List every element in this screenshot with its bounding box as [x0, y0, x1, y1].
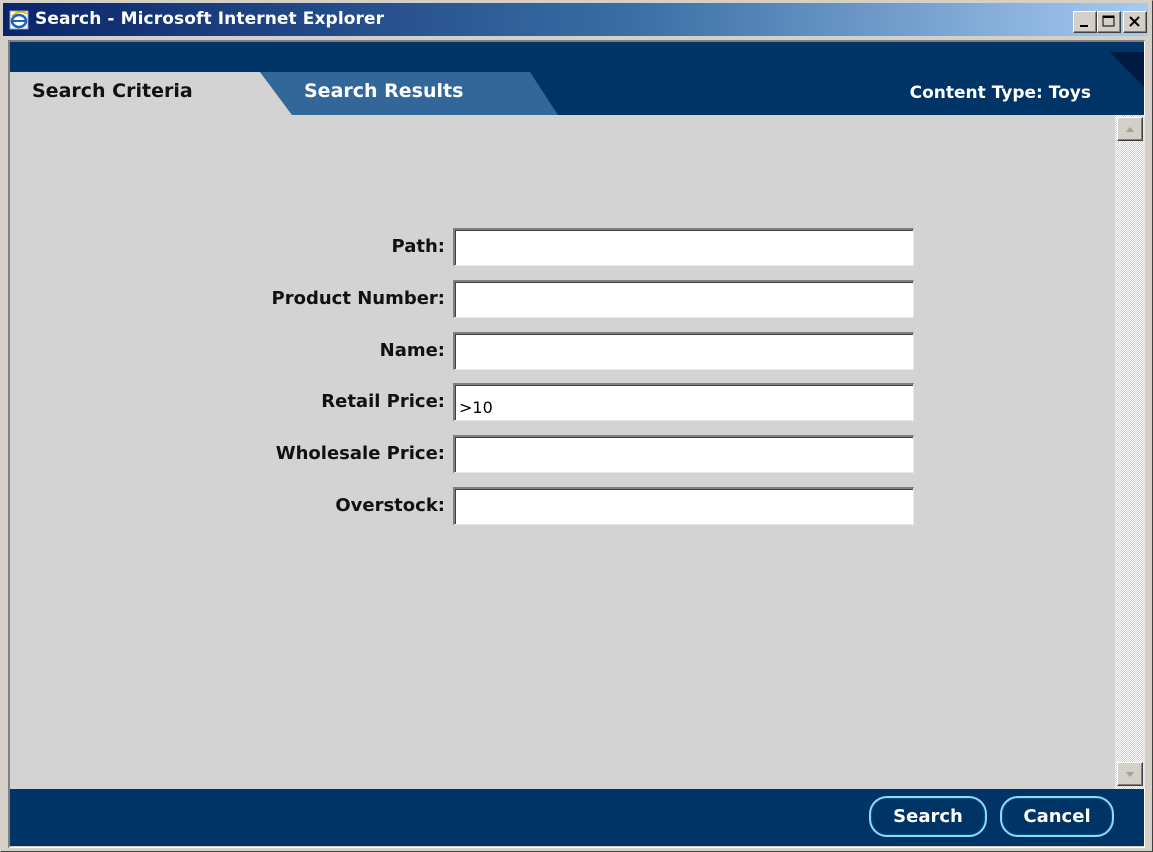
- cancel-button-label: Cancel: [1023, 806, 1091, 827]
- path-input[interactable]: [453, 228, 914, 266]
- tab-search-criteria[interactable]: Search Criteria: [32, 80, 193, 102]
- corner-notch: [1110, 52, 1144, 87]
- maximize-button[interactable]: [1097, 11, 1121, 33]
- cancel-button[interactable]: Cancel: [1000, 796, 1114, 837]
- vertical-scrollbar[interactable]: [1115, 115, 1145, 789]
- close-button[interactable]: [1123, 11, 1147, 33]
- retail-price-label: Retail Price:: [321, 391, 445, 412]
- scroll-up-button[interactable]: [1117, 117, 1143, 141]
- search-button-label: Search: [893, 806, 963, 827]
- search-button[interactable]: Search: [869, 796, 987, 837]
- wholesale-price-label: Wholesale Price:: [275, 443, 445, 464]
- wholesale-price-input[interactable]: [453, 435, 914, 473]
- overstock-input[interactable]: [453, 487, 914, 525]
- content-type-label: Content Type: Toys: [909, 83, 1091, 103]
- retail-price-input[interactable]: [453, 383, 914, 421]
- scroll-down-button[interactable]: [1117, 762, 1143, 786]
- title-bar[interactable]: Search - Microsoft Internet Explorer: [3, 3, 1148, 36]
- window-title: Search - Microsoft Internet Explorer: [35, 9, 385, 29]
- name-input[interactable]: [453, 332, 914, 370]
- minimize-button[interactable]: [1073, 11, 1097, 33]
- arrow-down-icon: [1126, 772, 1134, 777]
- product-number-input[interactable]: [453, 280, 914, 318]
- internet-explorer-icon: [9, 10, 29, 30]
- tab-search-results[interactable]: Search Results: [304, 80, 463, 102]
- product-number-label: Product Number:: [271, 288, 445, 309]
- arrow-up-icon: [1126, 127, 1134, 132]
- overstock-label: Overstock:: [335, 495, 445, 516]
- name-label: Name:: [379, 340, 445, 361]
- tab-strip: [10, 52, 1144, 115]
- path-label: Path:: [391, 236, 445, 257]
